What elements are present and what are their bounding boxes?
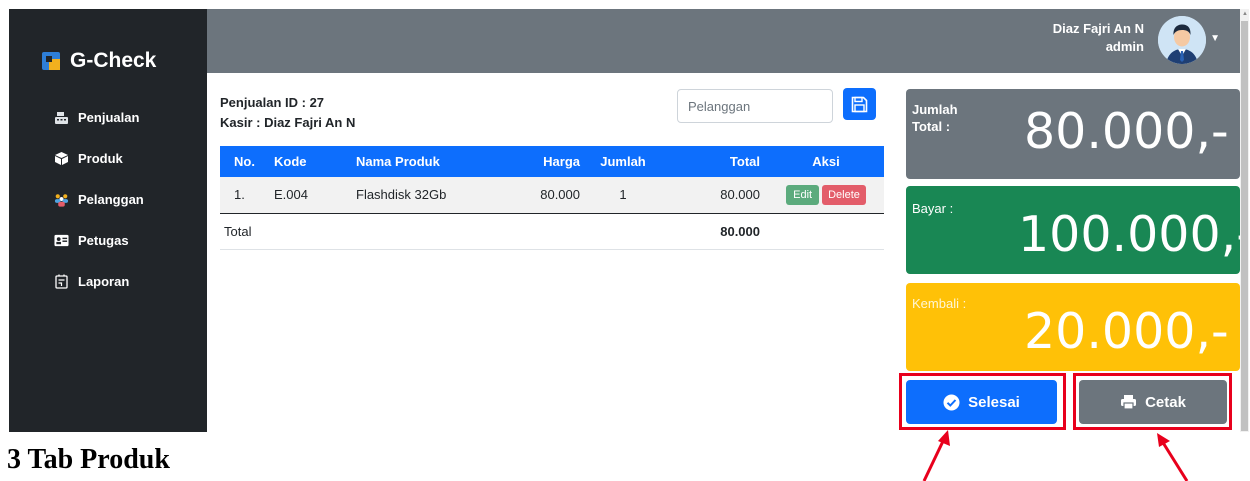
scroll-up-arrow-icon[interactable]: ▲ bbox=[1242, 11, 1248, 17]
user-avatar-icon bbox=[1158, 16, 1206, 64]
sidebar-item-produk[interactable]: Produk bbox=[9, 138, 207, 179]
brand-logo-icon bbox=[42, 52, 60, 70]
total-card-value: 80.000,- bbox=[1024, 103, 1229, 160]
user-role: admin bbox=[1105, 39, 1144, 54]
cell-jumlah: 1 bbox=[619, 187, 627, 203]
change-card: Kembali : 20.000,- bbox=[906, 283, 1240, 371]
sidebar-item-label: Produk bbox=[78, 151, 123, 166]
cell-aksi: Edit Delete bbox=[768, 177, 884, 213]
col-header-harga: Harga bbox=[543, 154, 580, 169]
users-icon bbox=[54, 192, 69, 207]
cell-no: 1. bbox=[234, 187, 245, 203]
col-header-kode: Kode bbox=[274, 154, 307, 169]
brand[interactable]: G-Check bbox=[42, 49, 156, 73]
sidebar-item-label: Pelanggan bbox=[78, 192, 144, 207]
table-header-row: No. Kode Nama Produk Harga Jumlah Total … bbox=[220, 146, 884, 177]
total-card-label: Jumlah Total : bbox=[912, 101, 958, 135]
col-header-no: No. bbox=[234, 154, 255, 169]
change-card-value: 20.000,- bbox=[1024, 303, 1229, 360]
document-heading: 3 Tab Produk bbox=[7, 444, 170, 475]
sidebar-item-pelanggan[interactable]: Pelanggan bbox=[9, 179, 207, 220]
change-card-label: Kembali : bbox=[912, 296, 967, 311]
customer-input[interactable] bbox=[677, 89, 833, 123]
sale-id: Penjualan ID : 27 bbox=[220, 95, 325, 110]
user-name: Diaz Fajri An N bbox=[1052, 21, 1144, 36]
table-total-row: Total 80.000 bbox=[220, 213, 884, 249]
col-header-jumlah: Jumlah bbox=[600, 154, 646, 169]
cashier-name: Kasir : Diaz Fajri An N bbox=[220, 115, 356, 130]
red-arrow-icon bbox=[1157, 433, 1189, 481]
cell-harga: 80.000 bbox=[540, 187, 580, 203]
sale-info: Penjualan ID : 27 Kasir : Diaz Fajri An … bbox=[220, 93, 355, 133]
sidebar-item-label: Laporan bbox=[78, 274, 130, 289]
sidebar: G-Check Penjualan Produk Pelanggan Petug… bbox=[9, 9, 207, 432]
scrollbar-thumb[interactable] bbox=[1241, 21, 1248, 431]
cell-kode: E.004 bbox=[274, 187, 308, 203]
total-value: 80.000 bbox=[720, 223, 760, 239]
chevron-down-icon[interactable]: ▼ bbox=[1210, 33, 1220, 44]
sidebar-item-penjualan[interactable]: Penjualan bbox=[9, 97, 207, 138]
sidebar-item-label: Petugas bbox=[78, 233, 129, 248]
total-card: Jumlah Total : 80.000,- bbox=[906, 89, 1240, 179]
col-header-nama: Nama Produk bbox=[356, 154, 440, 169]
box-icon bbox=[54, 151, 69, 166]
table-row: 1. E.004 Flashdisk 32Gb 80.000 1 80.000 … bbox=[220, 177, 884, 213]
sidebar-item-laporan[interactable]: Laporan bbox=[9, 261, 207, 302]
sidebar-item-label: Penjualan bbox=[78, 110, 140, 125]
cash-register-icon bbox=[54, 110, 69, 125]
vertical-scrollbar[interactable]: ▲ bbox=[1240, 9, 1249, 432]
cell-nama: Flashdisk 32Gb bbox=[356, 187, 447, 203]
payment-card: Bayar : 100.000,- bbox=[906, 186, 1240, 274]
save-button[interactable] bbox=[843, 88, 876, 120]
report-icon bbox=[54, 274, 69, 289]
total-card-label-line2: Total : bbox=[912, 119, 951, 134]
avatar[interactable] bbox=[1158, 16, 1206, 64]
payment-card-label: Bayar : bbox=[912, 201, 954, 216]
payment-card-value: 100.000,- bbox=[1018, 206, 1240, 263]
col-header-aksi: Aksi bbox=[812, 154, 840, 169]
cell-total: 80.000 bbox=[720, 187, 760, 203]
id-card-icon bbox=[54, 233, 69, 248]
total-label: Total bbox=[224, 223, 252, 239]
user-info[interactable]: Diaz Fajri An N admin bbox=[1053, 20, 1144, 56]
col-header-total: Total bbox=[729, 154, 760, 169]
print-button-highlight bbox=[1073, 373, 1232, 430]
finish-button-highlight bbox=[899, 373, 1066, 430]
red-arrow-icon bbox=[922, 430, 950, 481]
total-card-label-line1: Jumlah bbox=[912, 102, 958, 117]
edit-button[interactable]: Edit bbox=[786, 184, 820, 205]
sidebar-nav: Penjualan Produk Pelanggan Petugas Lapor… bbox=[9, 97, 207, 302]
brand-name: G-Check bbox=[70, 49, 157, 72]
cart-table: No. Kode Nama Produk Harga Jumlah Total … bbox=[220, 146, 884, 250]
delete-button[interactable]: Delete bbox=[822, 184, 866, 205]
top-navbar: Diaz Fajri An N admin ▼ bbox=[207, 9, 1240, 73]
sidebar-item-petugas[interactable]: Petugas bbox=[9, 220, 207, 261]
floppy-disk-icon bbox=[851, 96, 868, 112]
